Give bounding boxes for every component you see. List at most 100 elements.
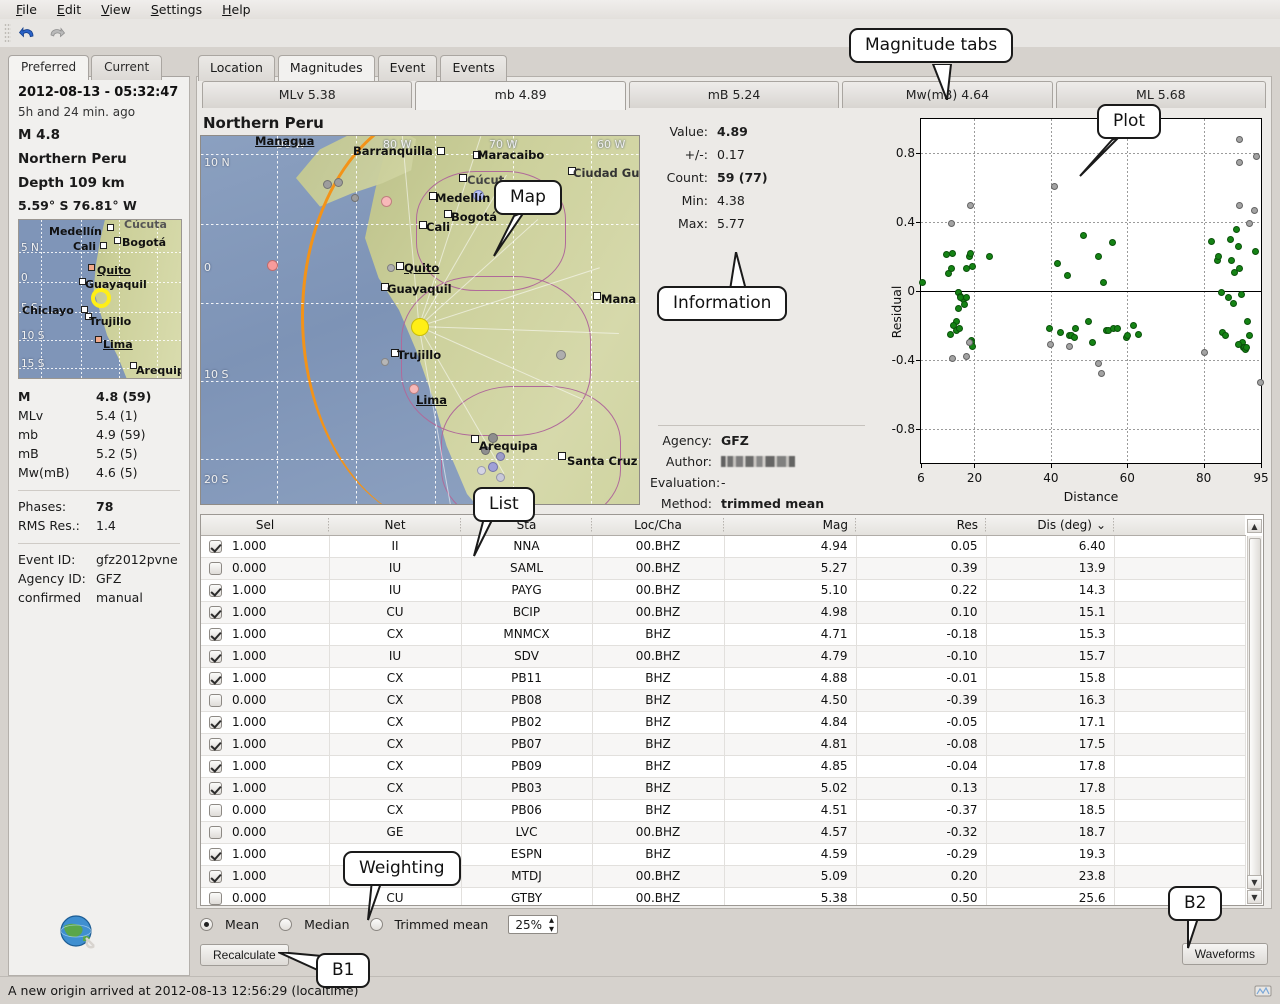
row-checkbox[interactable] bbox=[209, 540, 222, 553]
tab-location[interactable]: Location bbox=[198, 55, 275, 81]
magnitude-tab-mlv[interactable]: MLv 5.38 bbox=[202, 81, 412, 108]
cell-sel[interactable]: 1.000 bbox=[201, 755, 329, 777]
row-checkbox[interactable] bbox=[209, 650, 222, 663]
data-point-rejected[interactable] bbox=[1051, 183, 1058, 190]
data-point-rejected[interactable] bbox=[1236, 136, 1243, 143]
data-point-active[interactable] bbox=[1235, 243, 1242, 250]
data-point-active[interactable] bbox=[986, 253, 993, 260]
cell-sel[interactable]: 0.000 bbox=[201, 799, 329, 821]
table-row[interactable]: 1.000CXPB09BHZ4.85-0.0417.8 bbox=[201, 755, 1245, 777]
data-point-rejected[interactable] bbox=[1066, 343, 1073, 350]
scroll-bottom-arrow-icon[interactable]: ▼ bbox=[1247, 890, 1262, 904]
row-checkbox[interactable] bbox=[209, 694, 222, 707]
cell-sel[interactable]: 1.000 bbox=[201, 711, 329, 733]
menu-help[interactable]: Help bbox=[212, 1, 261, 18]
residual-plot[interactable]: Residual 0.80.40-0.4-0.862040608095 Dist… bbox=[868, 118, 1266, 506]
data-point-rejected[interactable] bbox=[967, 202, 974, 209]
menu-settings[interactable]: Settings bbox=[141, 1, 212, 18]
table-row[interactable]: 1.000CXMNMCXBHZ4.71-0.1815.3 bbox=[201, 623, 1245, 645]
cell-sel[interactable]: 1.000 bbox=[201, 733, 329, 755]
cell-sel[interactable]: 1.000 bbox=[201, 865, 329, 887]
data-point-active[interactable] bbox=[1228, 257, 1235, 264]
data-point-rejected[interactable] bbox=[1201, 349, 1208, 356]
data-point-active[interactable] bbox=[1244, 318, 1251, 325]
table-row[interactable]: 1.000IINNA00.BHZ4.940.056.40 bbox=[201, 535, 1245, 557]
data-point-active[interactable] bbox=[967, 250, 974, 257]
table-row[interactable]: 0.000CXPB06BHZ4.51-0.3718.5 bbox=[201, 799, 1245, 821]
row-checkbox[interactable] bbox=[209, 848, 222, 861]
data-point-active[interactable] bbox=[1236, 265, 1243, 272]
spinner-updown-icon[interactable]: ▴▾ bbox=[549, 916, 554, 934]
magnitude-tab-mb[interactable]: mb 4.89 bbox=[415, 81, 625, 110]
data-point-rejected[interactable] bbox=[1095, 360, 1102, 367]
data-point-active[interactable] bbox=[1218, 289, 1225, 296]
table-row[interactable]: 1.000IUSDV00.BHZ4.79-0.1015.7 bbox=[201, 645, 1245, 667]
row-checkbox[interactable] bbox=[209, 716, 222, 729]
data-point-active[interactable] bbox=[1230, 300, 1237, 307]
table-row[interactable]: 1.000CUBCIP00.BHZ4.980.1015.1 bbox=[201, 601, 1245, 623]
row-checkbox[interactable] bbox=[209, 628, 222, 641]
cell-sel[interactable]: 1.000 bbox=[201, 843, 329, 865]
data-point-active[interactable] bbox=[1130, 322, 1137, 329]
row-checkbox[interactable] bbox=[209, 672, 222, 685]
data-point-active[interactable] bbox=[956, 325, 963, 332]
radio-median-label[interactable]: Median bbox=[304, 917, 349, 932]
sidebar-tab-preferred[interactable]: Preferred bbox=[8, 55, 89, 80]
row-checkbox[interactable] bbox=[209, 804, 222, 817]
row-checkbox[interactable] bbox=[209, 738, 222, 751]
radio-mean[interactable] bbox=[200, 918, 213, 931]
data-point-active[interactable] bbox=[949, 250, 956, 257]
data-point-active[interactable] bbox=[1124, 332, 1131, 339]
tab-events[interactable]: Events bbox=[440, 55, 506, 81]
data-point-rejected[interactable] bbox=[1257, 379, 1264, 386]
data-point-active[interactable] bbox=[1114, 325, 1121, 332]
table-row[interactable]: 1.000CXPB03BHZ5.020.1317.8 bbox=[201, 777, 1245, 799]
radio-mean-label[interactable]: Mean bbox=[225, 917, 259, 932]
menu-file[interactable]: FFileile bbox=[6, 1, 47, 18]
data-point-active[interactable] bbox=[1057, 329, 1064, 336]
cell-sel[interactable]: 1.000 bbox=[201, 623, 329, 645]
data-point-active[interactable] bbox=[1227, 236, 1234, 243]
data-point-rejected[interactable] bbox=[1251, 207, 1258, 214]
recalculate-button[interactable]: Recalculate bbox=[200, 944, 289, 966]
data-point-active[interactable] bbox=[1208, 238, 1215, 245]
col-header-mag[interactable]: Mag bbox=[724, 515, 856, 535]
cell-sel[interactable]: 1.000 bbox=[201, 579, 329, 601]
magnitude-tab-mb-cap[interactable]: mB 5.24 bbox=[629, 81, 839, 108]
tab-magnitudes[interactable]: Magnitudes bbox=[278, 55, 375, 81]
data-point-rejected[interactable] bbox=[949, 355, 956, 362]
menu-edit[interactable]: Edit bbox=[47, 1, 91, 18]
radio-median[interactable] bbox=[279, 918, 292, 931]
data-point-active[interactable] bbox=[1095, 253, 1102, 260]
data-point-rejected[interactable] bbox=[1098, 370, 1105, 377]
scroll-up-arrow-icon[interactable]: ▲ bbox=[1247, 519, 1262, 533]
table-row[interactable]: 1.000IUPAYG00.BHZ5.100.2214.3 bbox=[201, 579, 1245, 601]
minimap[interactable]: 5 N 0 5 S 10 S 15 S Medellín Cali Bogotá… bbox=[18, 219, 182, 379]
scrollbar-thumb[interactable] bbox=[1249, 538, 1261, 890]
table-row[interactable]: 1.000CXPB11BHZ4.88-0.0115.8 bbox=[201, 667, 1245, 689]
data-point-active[interactable] bbox=[1238, 291, 1245, 298]
sidebar-tab-current[interactable]: Current bbox=[91, 55, 162, 80]
cell-sel[interactable]: 1.000 bbox=[201, 535, 329, 557]
row-checkbox[interactable] bbox=[209, 584, 222, 597]
data-point-active[interactable] bbox=[961, 301, 968, 308]
data-point-active[interactable] bbox=[1089, 339, 1096, 346]
trim-percent-spinbox[interactable]: 25% ▴▾ bbox=[508, 915, 558, 934]
row-checkbox[interactable] bbox=[209, 606, 222, 619]
row-checkbox[interactable] bbox=[209, 892, 222, 905]
row-checkbox[interactable] bbox=[209, 782, 222, 795]
row-checkbox[interactable] bbox=[209, 870, 222, 883]
data-point-active[interactable] bbox=[1246, 332, 1253, 339]
data-point-rejected[interactable] bbox=[1253, 153, 1260, 160]
data-point-active[interactable] bbox=[948, 265, 955, 272]
col-header-res[interactable]: Res bbox=[856, 515, 986, 535]
data-point-rejected[interactable] bbox=[1236, 159, 1243, 166]
data-point-rejected[interactable] bbox=[1236, 202, 1243, 209]
cell-sel[interactable]: 1.000 bbox=[201, 645, 329, 667]
data-point-active[interactable] bbox=[1080, 232, 1087, 239]
cell-sel[interactable]: 1.000 bbox=[201, 667, 329, 689]
col-header-loccha[interactable]: Loc/Cha bbox=[592, 515, 724, 535]
data-point-active[interactable] bbox=[1064, 272, 1071, 279]
data-point-active[interactable] bbox=[919, 279, 926, 286]
data-point-active[interactable] bbox=[1071, 334, 1078, 341]
